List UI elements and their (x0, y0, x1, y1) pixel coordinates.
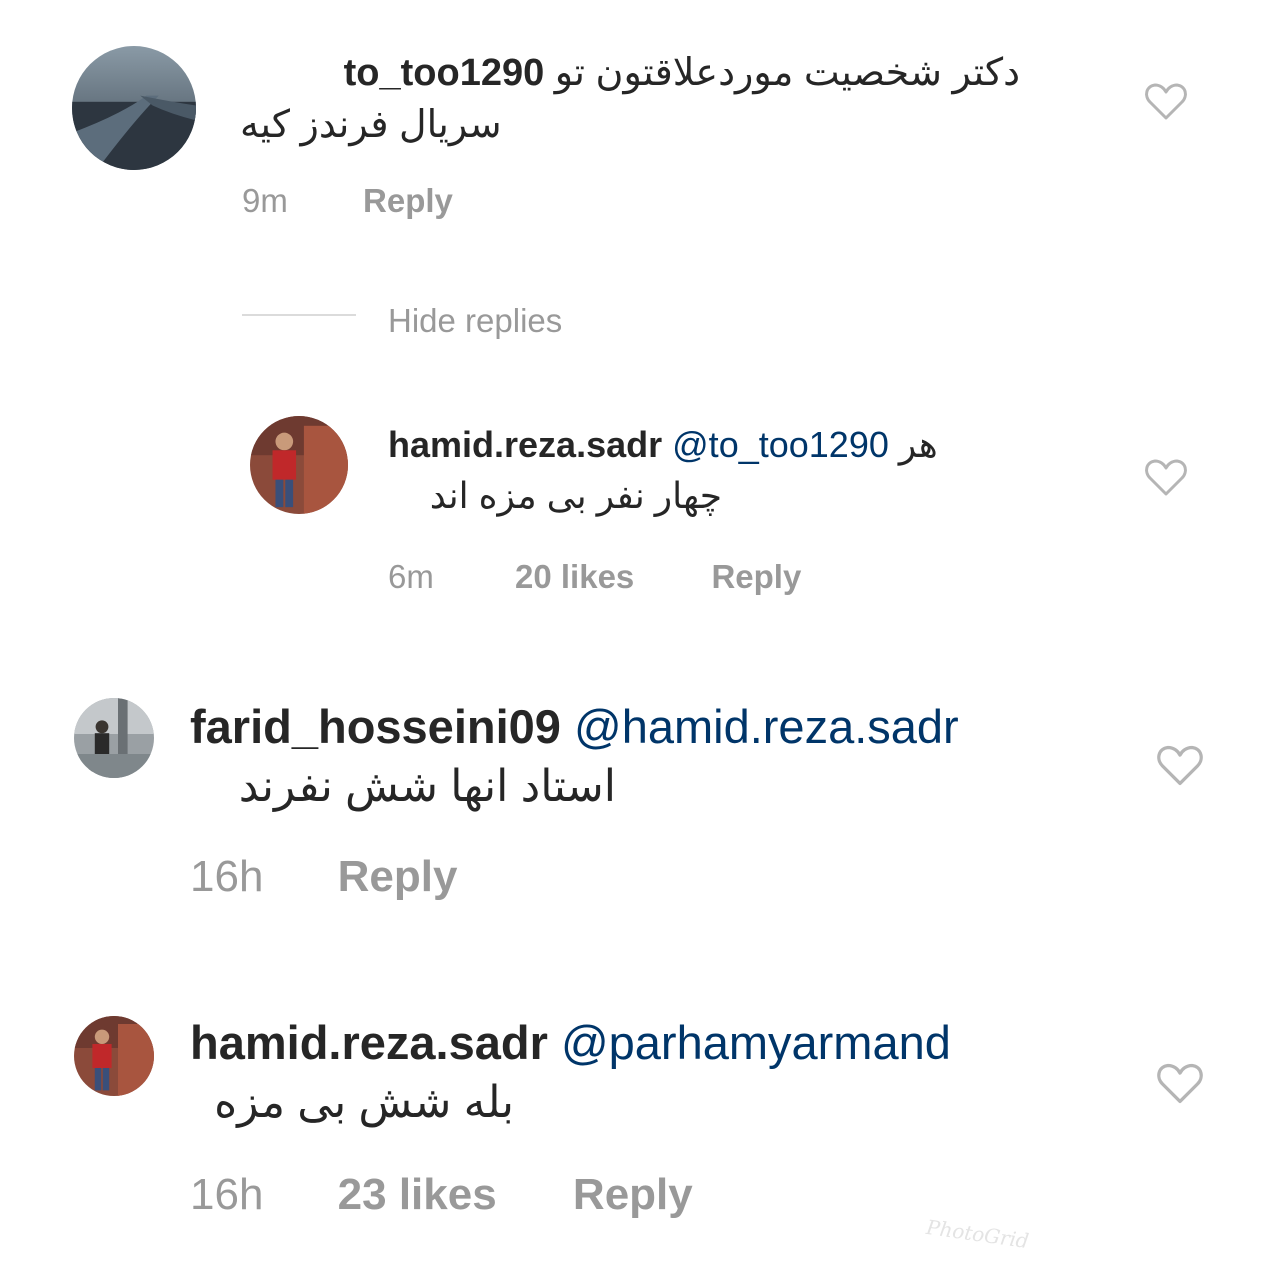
likes-count[interactable]: 23 likes (338, 1170, 497, 1220)
reply-button[interactable]: Reply (573, 1170, 693, 1220)
comment-meta: 16h 23 likes Reply (190, 1170, 693, 1220)
reply-button[interactable]: Reply (338, 852, 458, 902)
mention-link[interactable]: @to_too1290 (672, 424, 889, 465)
comment-line: hamid.reza.sadr @to_too1290 هر (388, 424, 1068, 465)
heart-outline-icon (1145, 459, 1187, 496)
timestamp: 9m (242, 182, 288, 219)
username[interactable]: farid_hosseini09 (190, 700, 561, 753)
username[interactable]: hamid.reza.sadr (190, 1016, 548, 1069)
like-button[interactable] (1144, 82, 1188, 122)
avatar[interactable] (74, 698, 154, 778)
comment-text-line2: استاد انها شش نفرند (238, 762, 616, 812)
comment-body: farid_hosseini09 @hamid.reza.sadr استاد … (190, 700, 1090, 813)
comment-text: دکتر شخصیت موردعلاقتون تو (554, 52, 1020, 94)
like-button[interactable] (1156, 1062, 1204, 1106)
comment-text-line2: سریال فرندز کیه (240, 103, 502, 146)
mention-link[interactable]: @parhamyarmand (561, 1016, 951, 1069)
comment-body: hamid.reza.sadr @parhamyarmand بله شش بی… (190, 1016, 1090, 1129)
avatar[interactable] (250, 416, 348, 514)
comment-line: دکتر شخصیت موردعلاقتون تو to_too1290 (240, 52, 1020, 96)
like-button[interactable] (1144, 458, 1188, 498)
timestamp: 16h (190, 1170, 264, 1219)
username[interactable]: to_too1290 (344, 52, 545, 94)
comment-text-line2: چهار نفر بی مزه اند (429, 475, 722, 517)
replies-divider (242, 314, 356, 316)
comment-line: farid_hosseini09 @hamid.reza.sadr (190, 700, 1090, 754)
comment-meta: 9m Reply (242, 182, 453, 220)
likes-count[interactable]: 20 likes (515, 558, 634, 596)
comment-meta: 6m 20 likes Reply (388, 558, 801, 596)
avatar-person-image (74, 1016, 154, 1096)
comment-body: hamid.reza.sadr @to_too1290 هر چهار نفر … (388, 424, 1068, 517)
heart-outline-icon (1145, 83, 1187, 120)
comment-text-line2: بله شش بی مزه (214, 1078, 514, 1128)
avatar-person-image (74, 698, 154, 778)
hide-replies-button[interactable]: Hide replies (388, 302, 562, 340)
reply-button[interactable]: Reply (363, 182, 453, 220)
timestamp: 16h (190, 852, 264, 901)
avatar[interactable] (74, 1016, 154, 1096)
comment-text: هر (898, 424, 938, 465)
watermark: PhotoGrid (924, 1214, 1031, 1254)
comment-meta: 16h Reply (190, 852, 457, 902)
avatar-landscape-image (72, 46, 196, 170)
reply-button[interactable]: Reply (711, 558, 801, 596)
username[interactable]: hamid.reza.sadr (388, 424, 662, 465)
avatar[interactable] (72, 46, 196, 170)
comment-body: دکتر شخصیت موردعلاقتون تو to_too1290 سری… (240, 52, 1060, 147)
mention-link[interactable]: @hamid.reza.sadr (574, 700, 959, 753)
heart-outline-icon (1157, 745, 1203, 786)
avatar-person-image (250, 416, 348, 514)
like-button[interactable] (1156, 744, 1204, 788)
heart-outline-icon (1157, 1063, 1203, 1104)
timestamp: 6m (388, 558, 434, 595)
comment-line: hamid.reza.sadr @parhamyarmand (190, 1016, 1090, 1070)
